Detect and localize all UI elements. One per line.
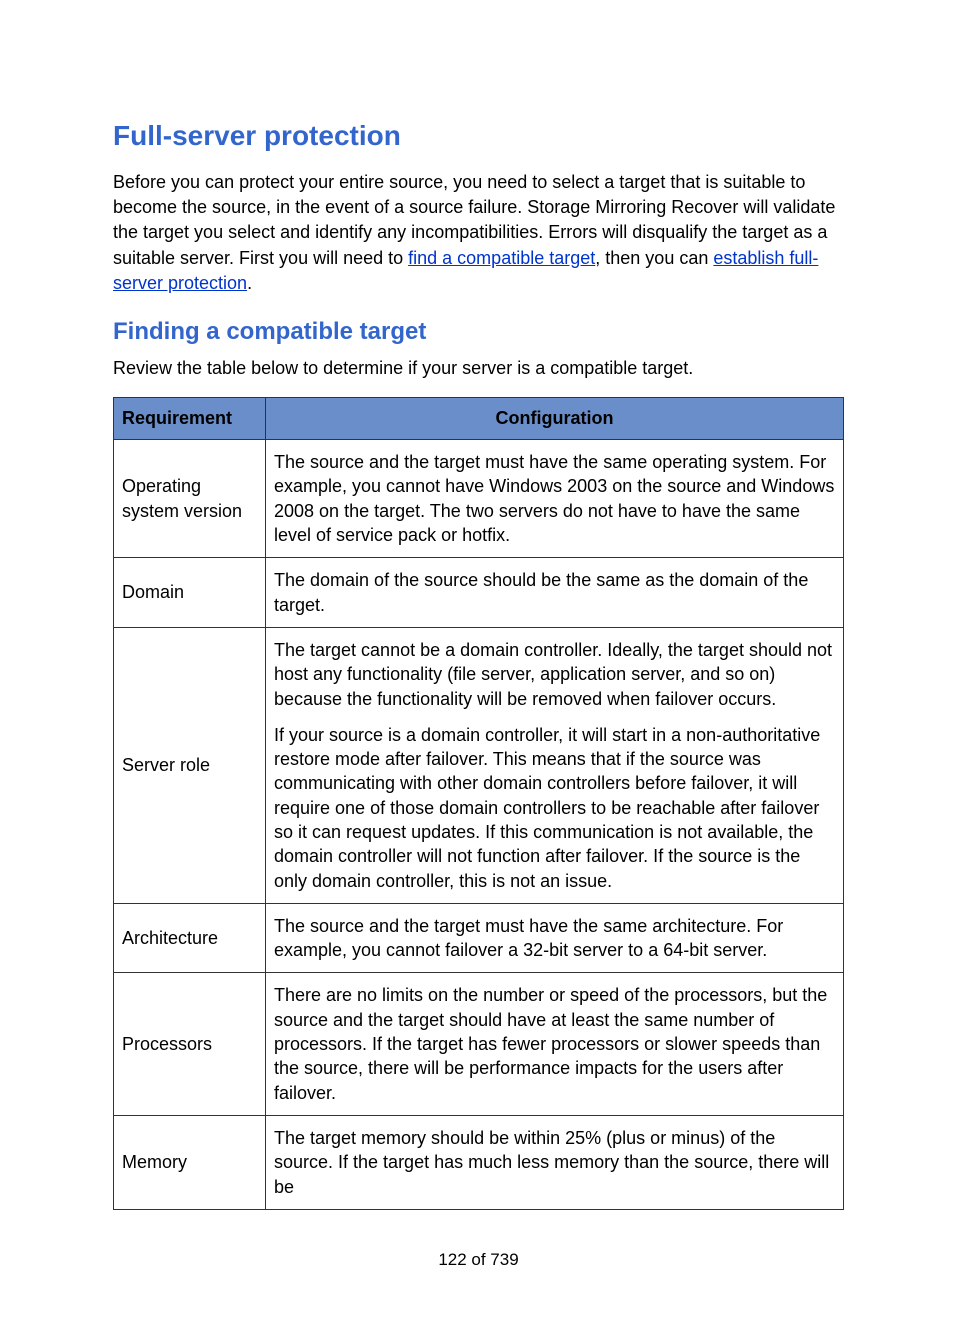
table-row: Operating system version The source and … [114,440,844,558]
compatibility-table: Requirement Configuration Operating syst… [113,397,844,1210]
cell-requirement: Architecture [114,903,266,973]
col-header-requirement: Requirement [114,398,266,440]
section-heading-finding-target: Finding a compatible target [113,318,844,346]
table-row: Memory The target memory should be withi… [114,1115,844,1209]
intro-text-mid: , then you can [595,248,713,268]
cell-requirement: Domain [114,558,266,628]
table-row: Architecture The source and the target m… [114,903,844,973]
cell-configuration: The source and the target must have the … [266,440,844,558]
table-row: Server role The target cannot be a domai… [114,627,844,903]
link-find-compatible-target[interactable]: find a compatible target [408,248,595,268]
cell-configuration: The target memory should be within 25% (… [266,1115,844,1209]
cell-requirement: Operating system version [114,440,266,558]
cell-requirement: Processors [114,973,266,1115]
intro-paragraph: Before you can protect your entire sourc… [113,170,844,296]
section-intro: Review the table below to determine if y… [113,356,844,381]
page-footer: 122 of 739 [113,1250,844,1270]
cell-configuration: There are no limits on the number or spe… [266,973,844,1115]
cell-requirement: Memory [114,1115,266,1209]
cell-configuration: The target cannot be a domain controller… [266,627,844,903]
document-page: Full-server protection Before you can pr… [0,0,954,1330]
intro-text-post: . [247,273,252,293]
cell-configuration: The source and the target must have the … [266,903,844,973]
table-header-row: Requirement Configuration [114,398,844,440]
page-title: Full-server protection [113,120,844,152]
cell-configuration: The domain of the source should be the s… [266,558,844,628]
col-header-configuration: Configuration [266,398,844,440]
cell-requirement: Server role [114,627,266,903]
table-row: Processors There are no limits on the nu… [114,973,844,1115]
table-row: Domain The domain of the source should b… [114,558,844,628]
